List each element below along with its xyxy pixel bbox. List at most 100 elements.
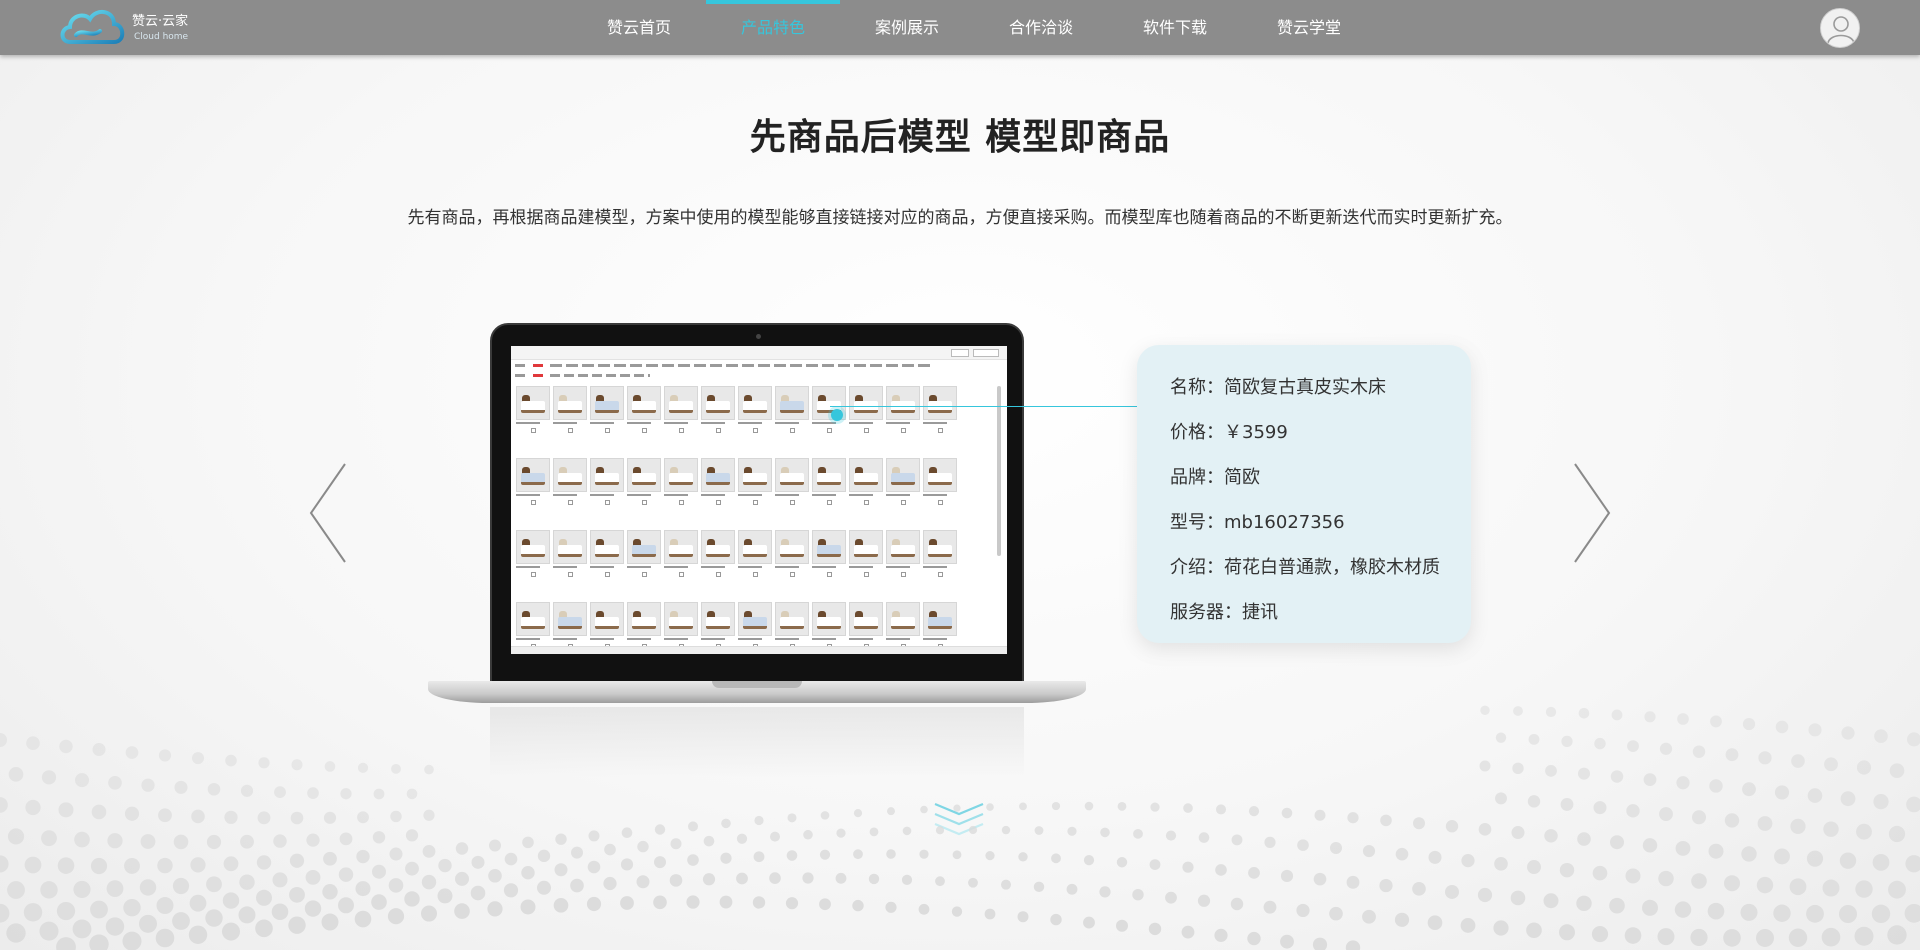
thumbnail-checkbox[interactable] xyxy=(604,500,610,505)
decor-dot xyxy=(1544,829,1558,843)
nav-item-cases[interactable]: 案例展示 xyxy=(840,0,974,55)
thumbnail-checkbox[interactable] xyxy=(826,500,832,505)
decor-dot xyxy=(984,908,996,920)
thumbnail-checkbox[interactable] xyxy=(641,428,647,433)
decor-dot xyxy=(688,821,698,832)
model-thumbnail[interactable] xyxy=(516,530,550,582)
model-thumbnail[interactable] xyxy=(516,458,550,510)
thumbnail-checkbox[interactable] xyxy=(789,500,795,505)
thumbnail-checkbox[interactable] xyxy=(530,500,536,505)
model-thumbnail[interactable] xyxy=(553,386,587,438)
thumbnail-checkbox[interactable] xyxy=(789,572,795,577)
bed-model-image xyxy=(849,458,883,492)
decor-dot xyxy=(1773,904,1791,922)
model-thumbnail[interactable] xyxy=(886,458,920,510)
nav-item-features[interactable]: 产品特色 xyxy=(706,0,840,55)
bed-model-image xyxy=(886,458,920,492)
decor-dot xyxy=(272,872,288,888)
decor-dot xyxy=(1051,801,1061,811)
product-hotspot-marker[interactable] xyxy=(831,409,843,421)
thumbnail-checkbox[interactable] xyxy=(900,500,906,505)
model-thumbnail[interactable] xyxy=(590,530,624,582)
thumbnail-checkbox[interactable] xyxy=(900,572,906,577)
bed-model-image xyxy=(516,602,550,636)
model-thumbnail[interactable] xyxy=(627,386,661,438)
thumbnail-caption-bar xyxy=(553,638,587,643)
model-thumbnail[interactable] xyxy=(664,458,698,510)
model-thumbnail[interactable] xyxy=(701,458,735,510)
model-thumbnail[interactable] xyxy=(516,386,550,438)
thumbnail-caption-bar xyxy=(553,422,587,427)
model-thumbnail[interactable] xyxy=(775,530,809,582)
brand-logo[interactable]: 赞云·云家 Cloud home xyxy=(58,4,198,52)
model-thumbnail[interactable] xyxy=(553,530,587,582)
model-thumbnail[interactable] xyxy=(701,530,735,582)
laptop-mockup xyxy=(428,323,1086,777)
thumbnail-checkbox[interactable] xyxy=(567,500,573,505)
thumbnail-checkbox[interactable] xyxy=(900,428,906,433)
model-thumbnail[interactable] xyxy=(738,386,772,438)
thumbnail-checkbox[interactable] xyxy=(715,500,721,505)
model-thumbnail[interactable] xyxy=(849,386,883,438)
thumbnail-checkbox[interactable] xyxy=(863,500,869,505)
model-thumbnail[interactable] xyxy=(812,458,846,510)
model-thumbnail[interactable] xyxy=(590,386,624,438)
thumbnail-checkbox[interactable] xyxy=(863,428,869,433)
thumbnail-checkbox[interactable] xyxy=(604,428,610,433)
thumbnail-checkbox[interactable] xyxy=(678,428,684,433)
user-avatar-button[interactable] xyxy=(1820,8,1860,48)
thumbnail-checkbox[interactable] xyxy=(530,428,536,433)
thumbnail-checkbox[interactable] xyxy=(678,500,684,505)
model-thumbnail[interactable] xyxy=(775,386,809,438)
nav-item-download[interactable]: 软件下载 xyxy=(1108,0,1242,55)
thumbnail-checkbox[interactable] xyxy=(752,428,758,433)
thumbnail-checkbox[interactable] xyxy=(937,428,943,433)
model-thumbnail[interactable] xyxy=(923,530,957,582)
decor-dot xyxy=(1512,762,1524,775)
thumbnail-checkbox[interactable] xyxy=(641,500,647,505)
thumbnail-checkbox[interactable] xyxy=(826,428,832,433)
thumbnail-checkbox[interactable] xyxy=(789,428,795,433)
thumbnail-checkbox[interactable] xyxy=(715,572,721,577)
bed-model-image xyxy=(516,386,550,420)
carousel-prev-button[interactable] xyxy=(307,462,347,564)
thumbnail-caption-bar xyxy=(886,494,920,499)
model-thumbnail[interactable] xyxy=(775,458,809,510)
thumbnail-checkbox[interactable] xyxy=(715,428,721,433)
user-icon xyxy=(1827,16,1855,44)
thumbnail-checkbox[interactable] xyxy=(752,500,758,505)
model-thumbnail[interactable] xyxy=(849,530,883,582)
model-thumbnail[interactable] xyxy=(923,386,957,438)
thumbnail-checkbox[interactable] xyxy=(752,572,758,577)
model-thumbnail[interactable] xyxy=(738,458,772,510)
thumbnail-checkbox[interactable] xyxy=(641,572,647,577)
model-thumbnail[interactable] xyxy=(664,386,698,438)
thumbnail-checkbox[interactable] xyxy=(826,572,832,577)
model-thumbnail[interactable] xyxy=(664,530,698,582)
thumbnail-checkbox[interactable] xyxy=(937,500,943,505)
thumbnail-checkbox[interactable] xyxy=(863,572,869,577)
thumbnail-checkbox[interactable] xyxy=(678,572,684,577)
model-thumbnail[interactable] xyxy=(886,386,920,438)
model-thumbnail[interactable] xyxy=(738,530,772,582)
decor-dot xyxy=(968,825,978,835)
model-thumbnail[interactable] xyxy=(849,458,883,510)
model-thumbnail[interactable] xyxy=(701,386,735,438)
thumbnail-checkbox[interactable] xyxy=(567,572,573,577)
model-thumbnail[interactable] xyxy=(627,458,661,510)
thumbnail-checkbox[interactable] xyxy=(604,572,610,577)
model-thumbnail[interactable] xyxy=(923,458,957,510)
product-name: 名称：简欧复古真皮实木床 xyxy=(1170,377,1386,398)
model-thumbnail[interactable] xyxy=(590,458,624,510)
nav-item-home[interactable]: 赞云首页 xyxy=(572,0,706,55)
nav-item-cooperation[interactable]: 合作洽谈 xyxy=(974,0,1108,55)
thumbnail-checkbox[interactable] xyxy=(567,428,573,433)
model-thumbnail[interactable] xyxy=(553,458,587,510)
thumbnail-checkbox[interactable] xyxy=(530,572,536,577)
thumbnail-checkbox[interactable] xyxy=(937,572,943,577)
carousel-next-button[interactable] xyxy=(1573,462,1613,564)
model-thumbnail[interactable] xyxy=(886,530,920,582)
nav-item-academy[interactable]: 赞云学堂 xyxy=(1242,0,1376,55)
model-thumbnail[interactable] xyxy=(812,530,846,582)
model-thumbnail[interactable] xyxy=(627,530,661,582)
